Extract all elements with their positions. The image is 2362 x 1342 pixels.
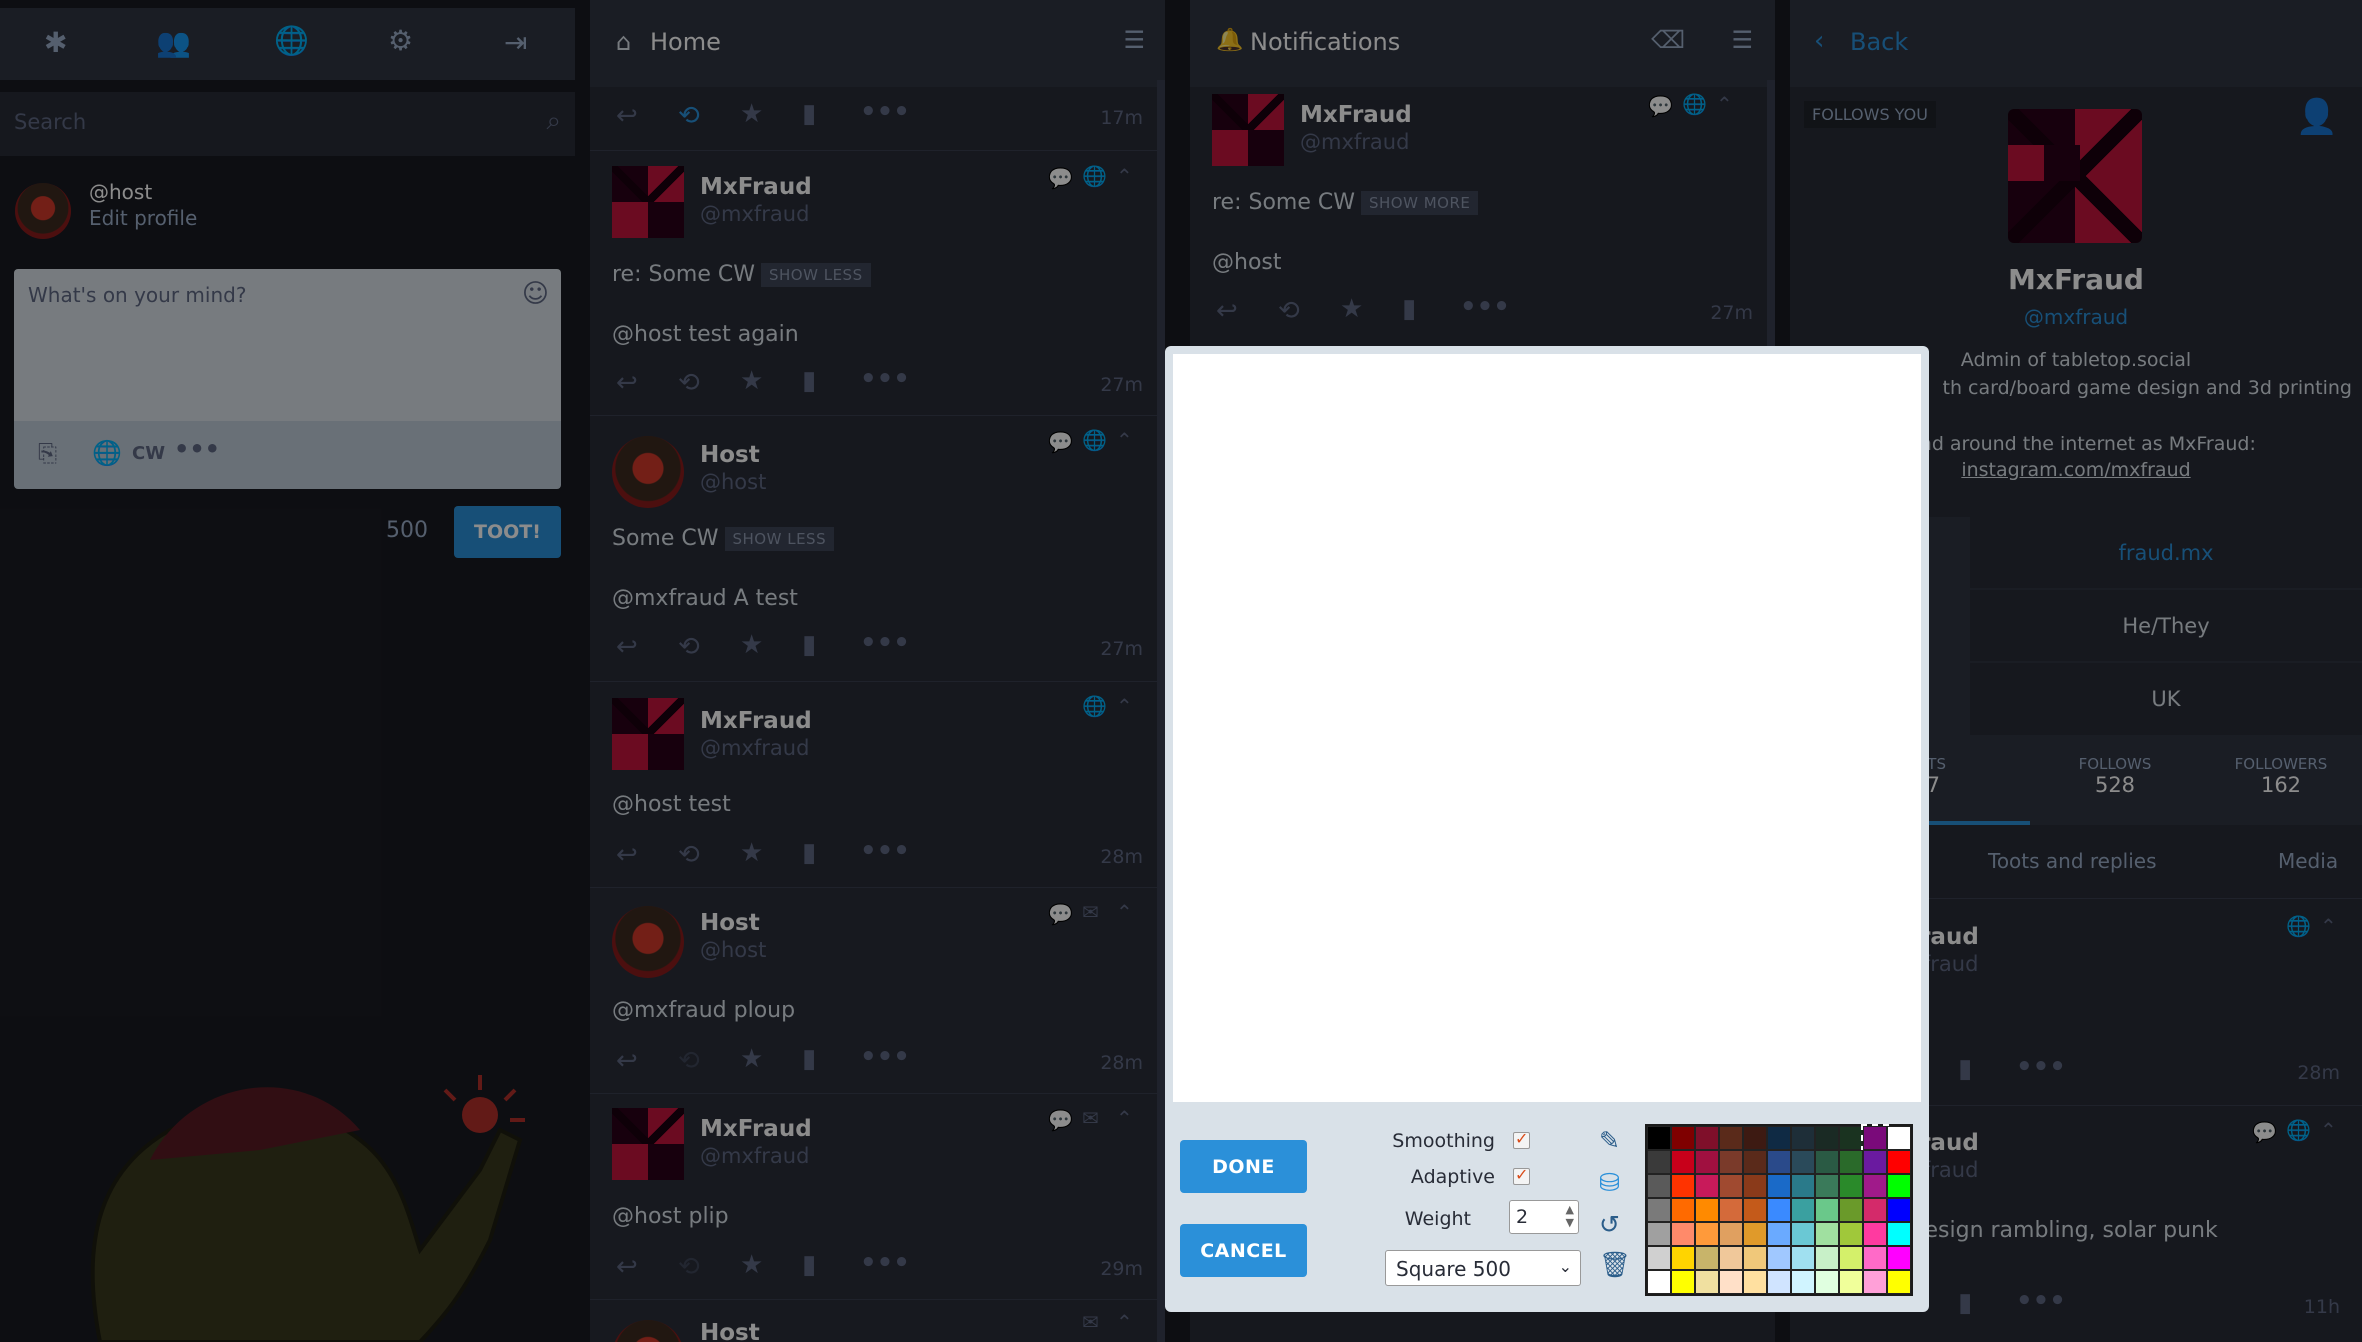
palette-swatch[interactable] <box>1767 1270 1791 1294</box>
adaptive-label: Adaptive <box>1410 1166 1495 1188</box>
palette-swatch[interactable] <box>1791 1222 1815 1246</box>
weight-value: 2 <box>1516 1206 1529 1228</box>
palette-swatch[interactable] <box>1719 1246 1743 1270</box>
palette-swatch[interactable] <box>1671 1270 1695 1294</box>
palette-swatch[interactable] <box>1695 1174 1719 1198</box>
palette-swatch[interactable] <box>1743 1222 1767 1246</box>
smoothing-label: Smoothing <box>1392 1130 1495 1152</box>
palette-swatch[interactable] <box>1743 1150 1767 1174</box>
palette-swatch[interactable] <box>1743 1126 1767 1150</box>
palette-swatch[interactable] <box>1863 1246 1887 1270</box>
palette-swatch[interactable] <box>1695 1222 1719 1246</box>
palette-swatch[interactable] <box>1647 1222 1671 1246</box>
palette-swatch[interactable] <box>1767 1150 1791 1174</box>
palette-swatch[interactable] <box>1839 1150 1863 1174</box>
palette-swatch[interactable] <box>1719 1270 1743 1294</box>
palette-swatch[interactable] <box>1791 1246 1815 1270</box>
canvas-size-select[interactable]: Square 500 ⌄ <box>1385 1250 1581 1286</box>
palette-swatch[interactable] <box>1887 1222 1911 1246</box>
palette-swatch[interactable] <box>1671 1174 1695 1198</box>
palette-swatch[interactable] <box>1695 1198 1719 1222</box>
drawing-canvas[interactable] <box>1173 354 1921 1102</box>
palette-swatch[interactable] <box>1839 1270 1863 1294</box>
palette-swatch[interactable] <box>1863 1270 1887 1294</box>
palette-swatch[interactable] <box>1791 1174 1815 1198</box>
pencil-icon[interactable]: ✎ <box>1599 1126 1620 1155</box>
done-button[interactable]: DONE <box>1180 1140 1307 1193</box>
undo-icon[interactable]: ↺ <box>1599 1210 1620 1239</box>
palette-swatch[interactable] <box>1791 1150 1815 1174</box>
color-palette[interactable] <box>1645 1124 1913 1296</box>
palette-swatch[interactable] <box>1743 1174 1767 1198</box>
fill-bucket-icon[interactable]: ⛁ <box>1599 1168 1620 1197</box>
palette-swatch[interactable] <box>1767 1222 1791 1246</box>
palette-swatch[interactable] <box>1671 1198 1695 1222</box>
weight-input[interactable]: 2 ▲ ▼ <box>1509 1200 1579 1234</box>
palette-swatch[interactable] <box>1815 1150 1839 1174</box>
palette-swatch[interactable] <box>1719 1222 1743 1246</box>
palette-swatch[interactable] <box>1863 1150 1887 1174</box>
palette-swatch[interactable] <box>1815 1222 1839 1246</box>
palette-swatch[interactable] <box>1695 1126 1719 1150</box>
palette-swatch[interactable] <box>1887 1246 1911 1270</box>
palette-swatch[interactable] <box>1647 1126 1671 1150</box>
palette-swatch[interactable] <box>1719 1126 1743 1150</box>
palette-swatch[interactable] <box>1863 1174 1887 1198</box>
palette-swatch[interactable] <box>1887 1126 1911 1150</box>
palette-swatch[interactable] <box>1887 1198 1911 1222</box>
palette-swatch[interactable] <box>1743 1246 1767 1270</box>
canvas-size-value: Square 500 <box>1396 1257 1511 1281</box>
palette-swatch[interactable] <box>1887 1270 1911 1294</box>
palette-swatch[interactable] <box>1719 1150 1743 1174</box>
smoothing-checkbox[interactable] <box>1513 1129 1530 1149</box>
drawing-modal: DONE CANCEL Smoothing Adaptive Weight 2 … <box>1165 346 1929 1312</box>
palette-swatch[interactable] <box>1719 1198 1743 1222</box>
stepper-icon[interactable]: ▲ ▼ <box>1566 1203 1574 1229</box>
palette-swatch[interactable] <box>1671 1222 1695 1246</box>
palette-swatch[interactable] <box>1887 1150 1911 1174</box>
palette-swatch[interactable] <box>1863 1222 1887 1246</box>
palette-swatch[interactable] <box>1743 1270 1767 1294</box>
palette-swatch[interactable] <box>1839 1174 1863 1198</box>
palette-swatch[interactable] <box>1887 1174 1911 1198</box>
palette-swatch[interactable] <box>1671 1126 1695 1150</box>
palette-swatch[interactable] <box>1791 1198 1815 1222</box>
palette-swatch[interactable] <box>1861 1124 1889 1152</box>
palette-swatch[interactable] <box>1839 1246 1863 1270</box>
palette-swatch[interactable] <box>1839 1222 1863 1246</box>
palette-swatch[interactable] <box>1647 1246 1671 1270</box>
palette-swatch[interactable] <box>1671 1150 1695 1174</box>
palette-swatch[interactable] <box>1767 1198 1791 1222</box>
palette-swatch[interactable] <box>1815 1198 1839 1222</box>
palette-swatch[interactable] <box>1719 1174 1743 1198</box>
palette-swatch[interactable] <box>1647 1174 1671 1198</box>
palette-swatch[interactable] <box>1647 1270 1671 1294</box>
palette-swatch[interactable] <box>1815 1246 1839 1270</box>
palette-swatch[interactable] <box>1767 1174 1791 1198</box>
palette-swatch[interactable] <box>1791 1270 1815 1294</box>
palette-swatch[interactable] <box>1815 1174 1839 1198</box>
palette-swatch[interactable] <box>1815 1126 1839 1150</box>
palette-swatch[interactable] <box>1767 1126 1791 1150</box>
palette-swatch[interactable] <box>1863 1198 1887 1222</box>
palette-swatch[interactable] <box>1839 1126 1863 1150</box>
palette-swatch[interactable] <box>1839 1198 1863 1222</box>
palette-swatch[interactable] <box>1767 1246 1791 1270</box>
palette-swatch[interactable] <box>1647 1198 1671 1222</box>
palette-swatch[interactable] <box>1695 1270 1719 1294</box>
palette-swatch[interactable] <box>1815 1270 1839 1294</box>
palette-swatch[interactable] <box>1743 1198 1767 1222</box>
palette-swatch[interactable] <box>1647 1150 1671 1174</box>
trash-icon[interactable]: 🗑 <box>1599 1250 1631 1280</box>
palette-swatch[interactable] <box>1671 1246 1695 1270</box>
palette-swatch[interactable] <box>1695 1150 1719 1174</box>
cancel-button[interactable]: CANCEL <box>1180 1224 1307 1277</box>
palette-swatch[interactable] <box>1791 1126 1815 1150</box>
weight-label: Weight <box>1404 1208 1471 1230</box>
adaptive-checkbox[interactable] <box>1513 1165 1530 1185</box>
palette-swatch[interactable] <box>1695 1246 1719 1270</box>
chevron-down-icon: ⌄ <box>1558 1257 1572 1276</box>
